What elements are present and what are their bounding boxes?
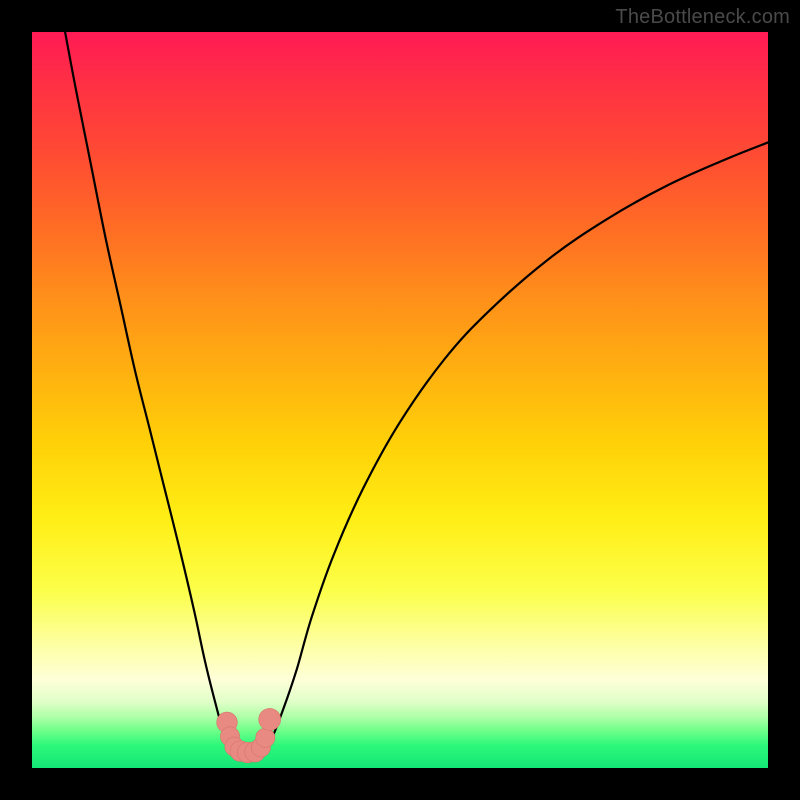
valley-marker <box>256 728 275 747</box>
curve-layer <box>32 32 768 768</box>
chart-frame: TheBottleneck.com <box>0 0 800 800</box>
plot-area <box>32 32 768 768</box>
curve-left-branch <box>65 32 236 752</box>
valley-marker-group <box>217 708 281 762</box>
curve-right-branch <box>262 142 768 751</box>
watermark-text: TheBottleneck.com <box>615 6 790 29</box>
valley-marker <box>259 708 281 730</box>
